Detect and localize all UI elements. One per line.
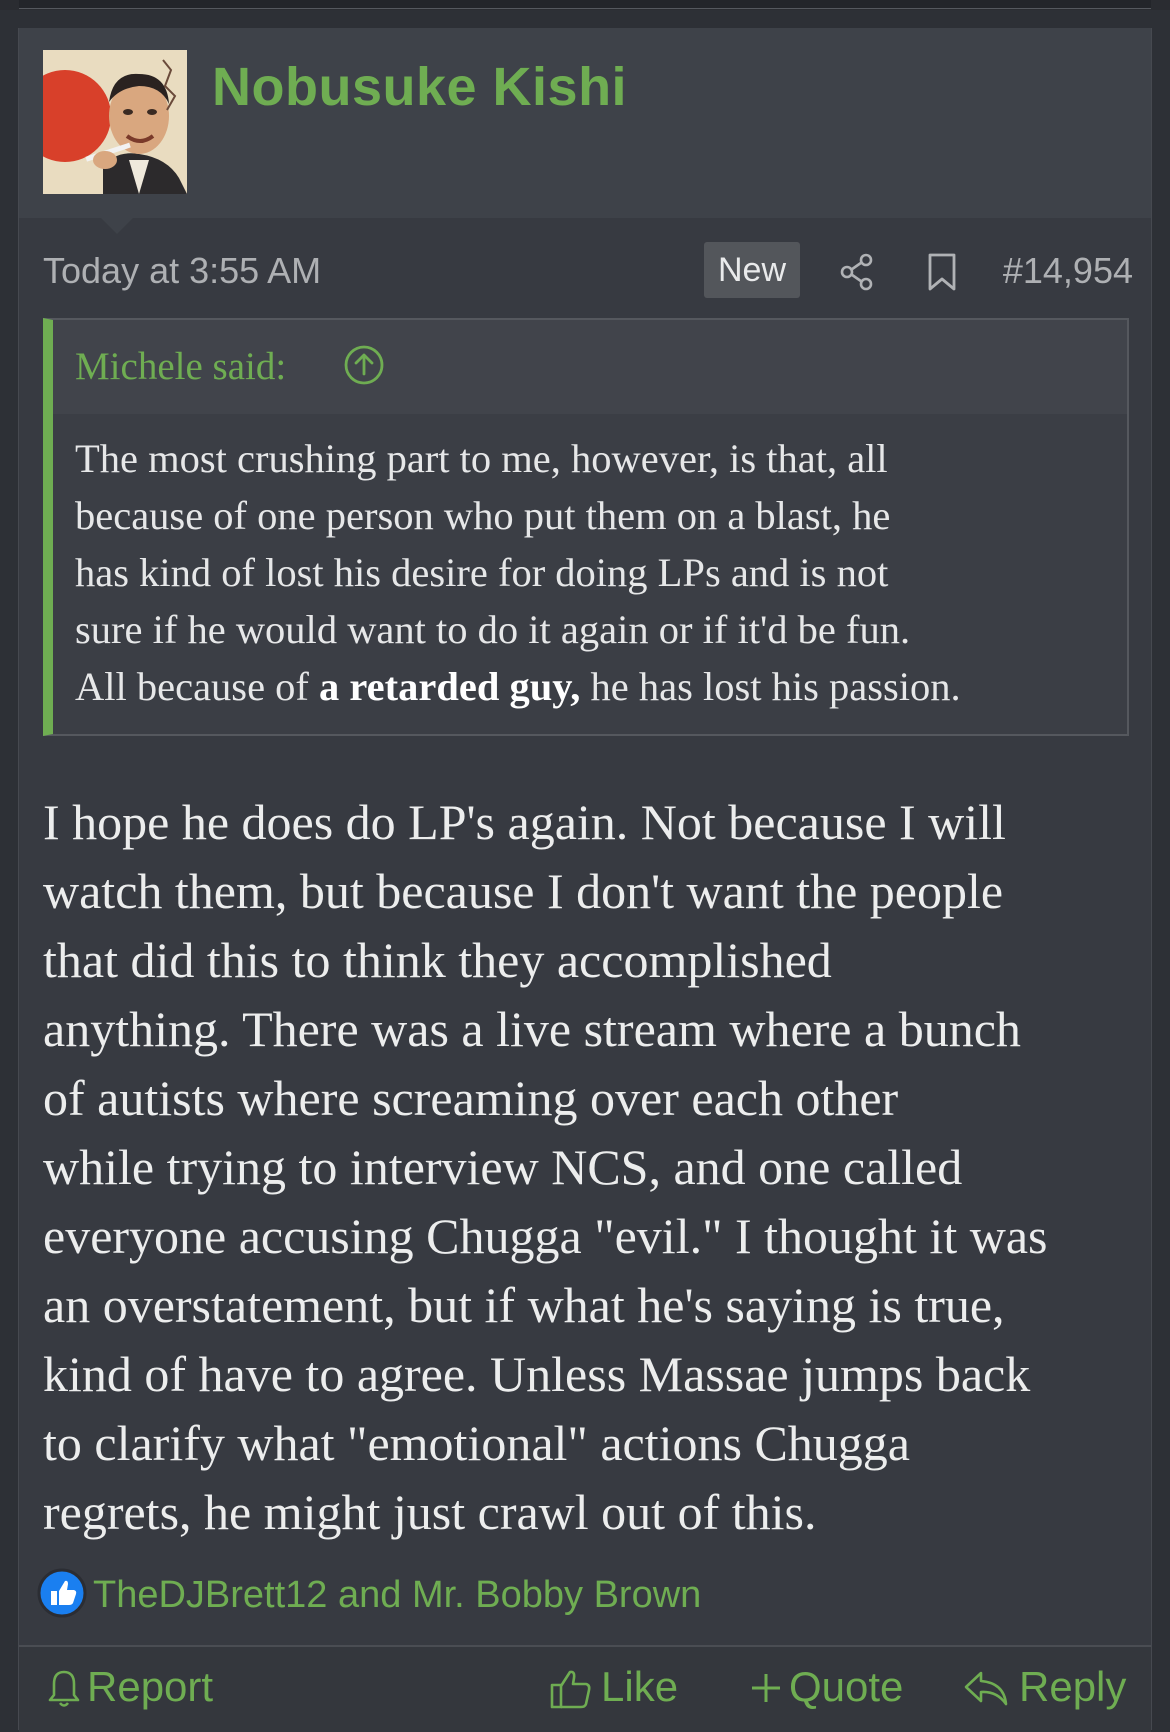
reaction-users-link[interactable]: TheDJBrett12 and Mr. Bobby Brown [93, 1574, 701, 1617]
post-number-link[interactable]: #14,954 [1003, 250, 1133, 292]
quote-text: All because of [75, 664, 320, 709]
top-bar [0, 0, 1170, 10]
report-label: Report [87, 1663, 214, 1710]
quote-bold-text: a retarded guy, [319, 664, 581, 709]
message-line: of autists where screaming over each oth… [43, 1070, 899, 1126]
quote-line: The most crushing part to me, however, i… [75, 436, 888, 481]
quote-text: he has lost his passion. [580, 664, 961, 709]
report-button[interactable]: Report [47, 1661, 247, 1717]
quote-block: Michele said: The most crushing part to … [43, 318, 1129, 736]
thumbs-up-icon [550, 1670, 591, 1709]
message-line: that did this to think they accomplished [43, 932, 832, 988]
thumbs-up-icon[interactable] [37, 1568, 87, 1623]
previous-post-edge [19, 0, 1151, 9]
message-line: anything. There was a live stream where … [43, 1001, 1021, 1057]
reactions-bar: TheDJBrett12 and Mr. Bobby Brown [37, 1568, 937, 1622]
quote-header[interactable]: Michele said: [53, 320, 1127, 414]
reply-button[interactable]: Reply [963, 1661, 1143, 1717]
message-line: to clarify what "emotional" actions Chug… [43, 1415, 910, 1471]
message-line: an overstatement, but if what he's sayin… [43, 1277, 1005, 1333]
avatar-pointer [101, 218, 133, 234]
message-line: kind of have to agree. Unless Massae jum… [43, 1346, 1031, 1402]
post-user-header: Nobusuke Kishi [19, 28, 1151, 218]
bookmark-icon[interactable] [927, 252, 957, 297]
message-line: while trying to interview NCS, and one c… [43, 1139, 963, 1195]
quote-line: because of one person who put them on a … [75, 493, 891, 538]
reply-icon [964, 1671, 1008, 1706]
message-line: watch them, but because I don't want the… [43, 863, 1004, 919]
message-line: regrets, he might just crawl out of this… [43, 1484, 817, 1540]
arrow-up-circle-icon[interactable] [343, 344, 385, 391]
like-label: Like [601, 1663, 679, 1710]
message-line: I hope he does do LP's again. Not becaus… [43, 794, 1006, 850]
share-icon[interactable] [839, 252, 875, 297]
quote-label: Quote [789, 1663, 904, 1710]
post-meta-row: Today at 3:55 AM New #14,954 [43, 242, 1133, 302]
avatar[interactable] [43, 50, 187, 194]
reply-label: Reply [1019, 1663, 1127, 1710]
post-actions-footer: Report Like Quote Reply [19, 1645, 1151, 1732]
message-line: everyone accusing Chugga "evil." I thoug… [43, 1208, 1048, 1264]
forum-post: Nobusuke Kishi Today at 3:55 AM New #14,… [18, 28, 1152, 1732]
new-badge: New [704, 242, 800, 298]
quote-button[interactable]: Quote [749, 1661, 919, 1717]
quote-body: The most crushing part to me, however, i… [75, 430, 1105, 715]
quote-line: has kind of lost his desire for doing LP… [75, 550, 889, 595]
quote-line: All because of a retarded guy, he has lo… [75, 658, 1105, 715]
quote-line: sure if he would want to do it again or … [75, 607, 911, 652]
quote-author[interactable]: Michele said: [75, 344, 286, 389]
message-body: I hope he does do LP's again. Not becaus… [43, 788, 1143, 1547]
plus-icon [752, 1674, 780, 1702]
like-button[interactable]: Like [549, 1661, 689, 1717]
bell-icon [48, 1670, 80, 1707]
username[interactable]: Nobusuke Kishi [212, 56, 627, 118]
post-timestamp[interactable]: Today at 3:55 AM [43, 250, 321, 292]
